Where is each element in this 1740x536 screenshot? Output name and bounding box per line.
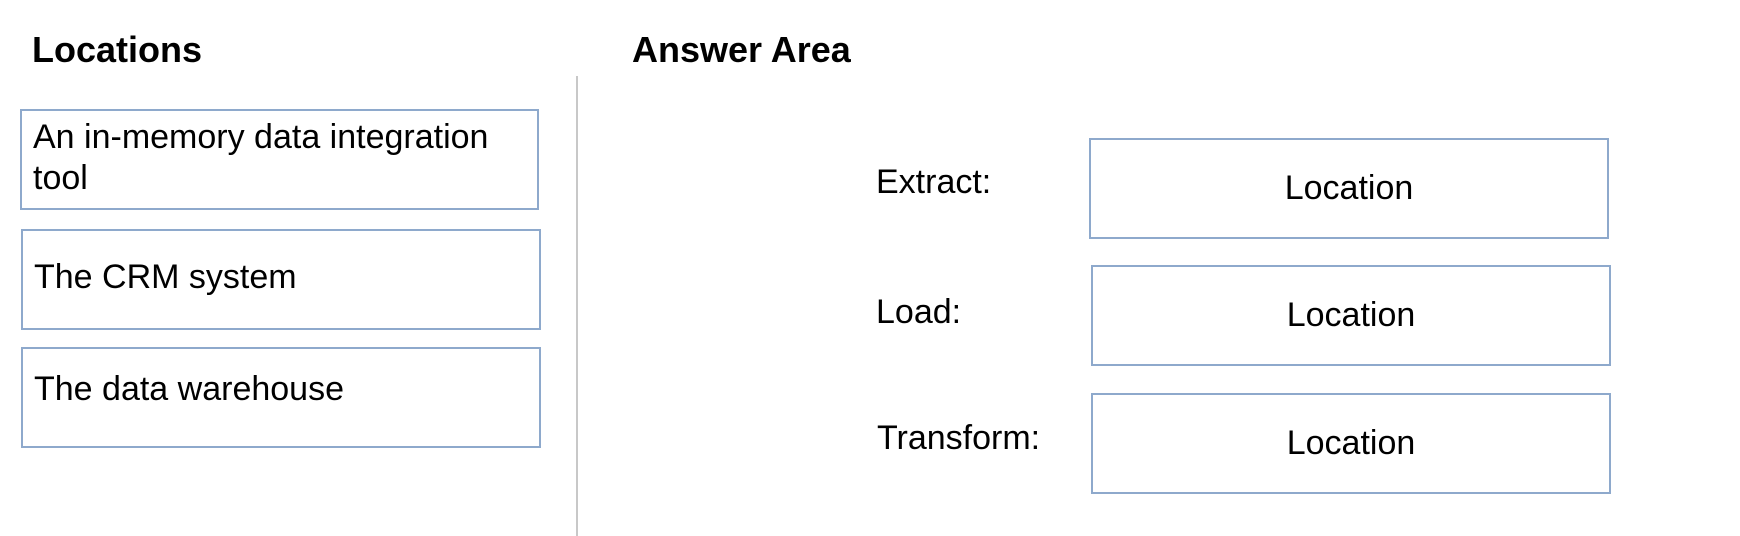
transform-drop-target[interactable]: Location <box>1091 393 1611 494</box>
transform-label: Transform: <box>877 419 1041 457</box>
locations-heading: Locations <box>32 29 203 70</box>
location-option-crm-system[interactable]: The CRM system <box>21 229 541 330</box>
extract-drop-target[interactable]: Location <box>1089 138 1609 239</box>
load-label: Load: <box>876 293 962 331</box>
load-drop-target[interactable]: Location <box>1091 265 1611 366</box>
location-option-data-warehouse[interactable]: The data warehouse <box>21 347 541 448</box>
panel-divider <box>576 76 578 536</box>
answer-area-heading: Answer Area <box>632 29 851 70</box>
extract-label: Extract: <box>876 163 992 201</box>
location-option-in-memory-tool[interactable]: An in-memory data integration tool <box>20 109 539 210</box>
